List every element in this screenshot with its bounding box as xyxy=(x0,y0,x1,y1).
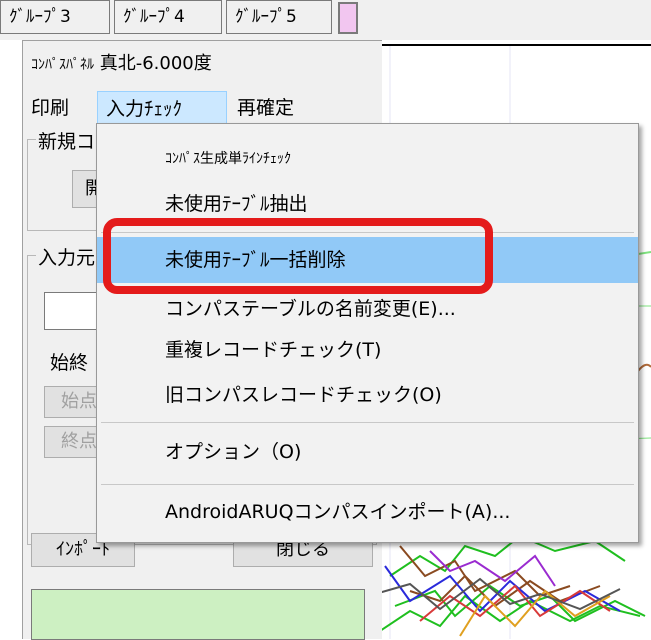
new-groupbox-label: 新規コ xyxy=(36,127,98,154)
panel-title-prefix: ｺﾝﾊﾟｽﾊﾟﾈﾙ xyxy=(31,57,94,73)
menu-item-label: ｺﾝﾊﾟｽ生成単ﾗｲﾝﾁｪｯｸ xyxy=(165,151,291,167)
menu-item-label: AndroidARUQコンパスインポート(A)... xyxy=(165,501,511,523)
panel-menubar: 印刷 入力ﾁｪｯｸ 再確定 xyxy=(23,91,383,125)
input-check-dropdown: ｺﾝﾊﾟｽ生成単ﾗｲﾝﾁｪｯｸ 未使用ﾃｰﾌﾞﾙ抽出 未使用ﾃｰﾌﾞﾙ一括削除 … xyxy=(96,123,639,543)
menu-reconfirm[interactable]: 再確定 xyxy=(229,91,302,125)
group-4-button[interactable]: ｸﾞﾙｰﾌﾟ4 xyxy=(114,0,222,34)
menu-old-compass-record-check[interactable]: 旧コンパスレコードチェック(O) xyxy=(97,372,638,418)
group-3-button[interactable]: ｸﾞﾙｰﾌﾟ3 xyxy=(0,0,110,34)
group-5-button[interactable]: ｸﾞﾙｰﾌﾟ5 xyxy=(226,0,332,34)
red-highlight-annotation xyxy=(103,218,493,294)
menu-item-label: コンパステーブルの名前変更(E)... xyxy=(165,298,456,320)
menu-item-label: オプション（O) xyxy=(165,441,302,463)
menu-separator xyxy=(101,484,634,485)
menu-separator xyxy=(101,422,634,423)
status-green-box xyxy=(31,589,365,640)
input-source-label: 入力元 xyxy=(36,243,98,270)
menu-print[interactable]: 印刷 xyxy=(23,91,77,125)
group-toolbar: ｸﾞﾙｰﾌﾟ3 ｸﾞﾙｰﾌﾟ4 ｸﾞﾙｰﾌﾟ5 xyxy=(0,0,651,40)
group-color-swatch[interactable] xyxy=(338,2,358,34)
start-end-label: 始終 xyxy=(50,352,89,374)
menu-android-aruq-import[interactable]: AndroidARUQコンパスインポート(A)... xyxy=(97,489,638,535)
menu-item-label: 未使用ﾃｰﾌﾞﾙ抽出 xyxy=(165,193,308,215)
true-north-value: 真北-6.000度 xyxy=(99,53,212,74)
menu-item-label: 重複レコードチェック(T) xyxy=(165,339,382,361)
menu-compass-single-line-check[interactable]: ｺﾝﾊﾟｽ生成単ﾗｲﾝﾁｪｯｸ xyxy=(97,134,638,180)
menu-item-label: 旧コンパスレコードチェック(O) xyxy=(165,384,442,406)
menu-input-check[interactable]: 入力ﾁｪｯｸ xyxy=(97,91,227,125)
menu-options[interactable]: オプション（O) xyxy=(97,429,638,475)
menu-input-check-label: 入力ﾁｪｯｸ xyxy=(106,98,183,120)
panel-title: ｺﾝﾊﾟｽﾊﾟﾈﾙ 真北-6.000度 xyxy=(31,49,212,75)
menu-duplicate-record-check[interactable]: 重複レコードチェック(T) xyxy=(97,327,638,373)
